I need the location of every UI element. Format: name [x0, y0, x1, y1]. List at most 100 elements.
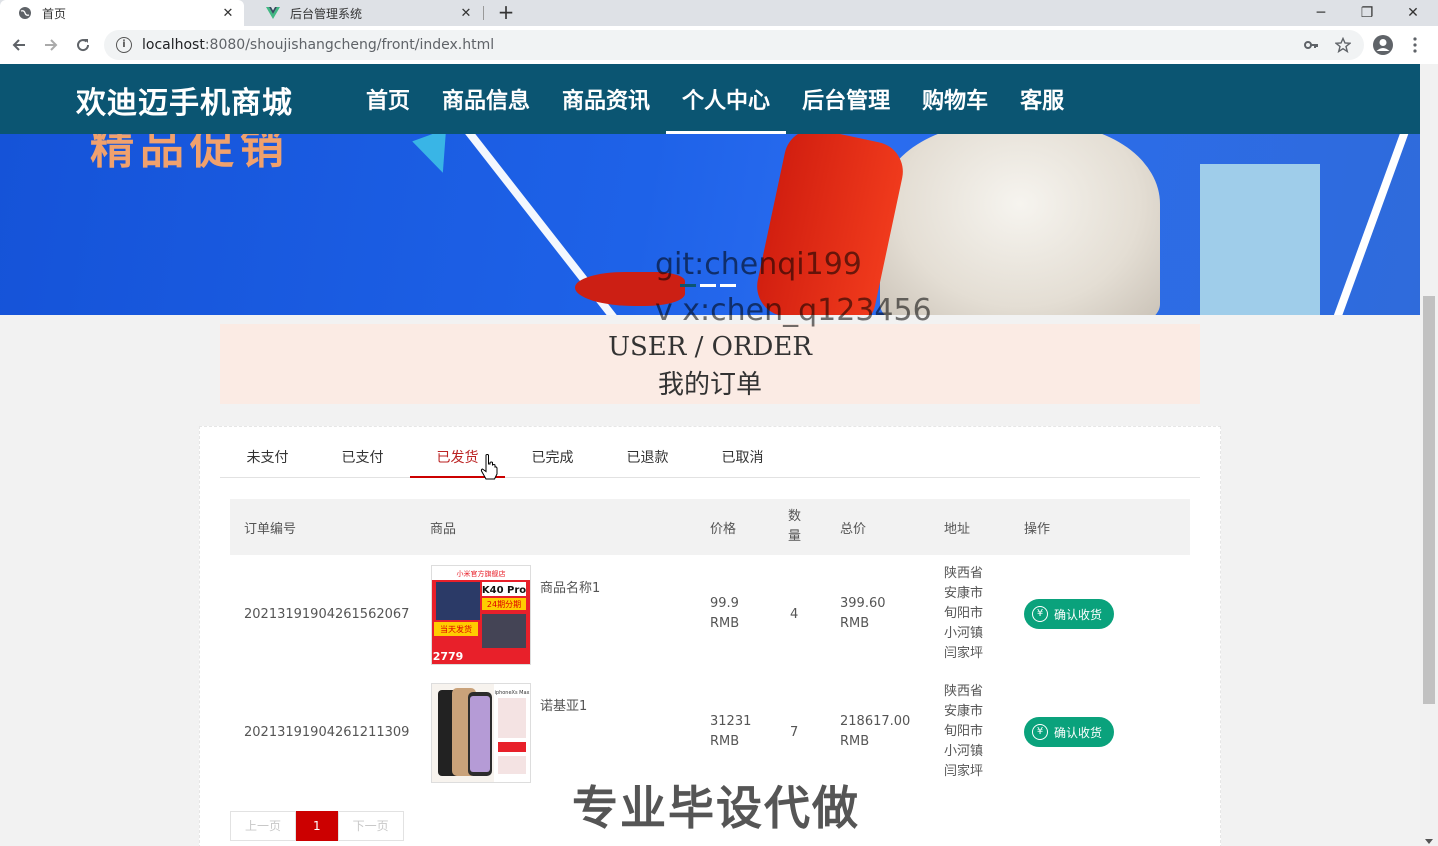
forward-button[interactable]: [36, 26, 66, 64]
browser-toolbar: i localhost:8080/shoujishangcheng/front/…: [0, 26, 1438, 65]
arrow-right-icon: [45, 39, 58, 51]
svg-text:24期分期: 24期分期: [487, 600, 521, 609]
more-vert-icon[interactable]: [1400, 26, 1430, 64]
watermark-git: git:chenqi199: [655, 247, 862, 282]
nav-user-center[interactable]: 个人中心: [666, 64, 787, 134]
window-close-button[interactable]: ✕: [1390, 0, 1436, 26]
col-action: 操作: [1024, 521, 1051, 537]
banner-model-figure: [880, 134, 1160, 315]
mouse-pointer-icon: [480, 454, 498, 480]
back-button[interactable]: [4, 26, 34, 64]
star-icon[interactable]: [1328, 26, 1358, 64]
key-icon[interactable]: [1296, 26, 1326, 64]
product-name[interactable]: 商品名称1: [540, 577, 600, 596]
browser-tab-title: 后台管理系统: [290, 6, 363, 21]
tab-paid[interactable]: 已支付: [315, 427, 410, 477]
banner-text: 精品促销: [90, 134, 290, 174]
order-status-tabs: 未支付 已支付 已发货 已完成 已退款 已取消: [220, 427, 1200, 478]
page-number-current[interactable]: 1: [296, 811, 338, 841]
address: 陕西省 安康市 旬阳市 小河镇 闫家坪: [944, 566, 984, 661]
reload-icon: [77, 39, 90, 52]
banner-decoration: [1200, 164, 1320, 315]
total: 399.60 RMB: [840, 596, 886, 631]
next-page-button[interactable]: 下一页: [337, 811, 404, 841]
tab-completed[interactable]: 已完成: [505, 427, 600, 477]
globe-icon: [18, 6, 32, 20]
address: 陕西省 安康市 旬阳市 小河镇 闫家坪: [944, 684, 984, 779]
address-bar[interactable]: i localhost:8080/shoujishangcheng/front/…: [104, 30, 1364, 60]
close-icon[interactable]: ✕: [458, 6, 474, 21]
action-cell: ¥ 确认收货: [1024, 555, 1115, 673]
vue-icon: [266, 6, 280, 20]
page-title-zh: 我的订单: [657, 370, 762, 400]
product-image[interactable]: iphoneXs Max: [431, 683, 531, 783]
overlay-ad-text: 专业毕设代做: [572, 781, 860, 835]
product-name[interactable]: 诺基亚1: [540, 695, 587, 714]
tab-separator: [483, 6, 484, 20]
col-price: 价格: [710, 521, 737, 537]
carousel-dot[interactable]: [700, 284, 716, 287]
arrow-left-icon: [12, 39, 25, 51]
carousel-dot[interactable]: [720, 284, 736, 287]
svg-text:2779: 2779: [433, 650, 464, 663]
confirm-receipt-button[interactable]: ¥ 确认收货: [1024, 599, 1115, 629]
page-scrollbar[interactable]: [1420, 64, 1438, 846]
nav-cart[interactable]: 购物车: [906, 64, 1004, 134]
scrollbar-thumb[interactable]: [1423, 296, 1435, 704]
order-number: 20213191904261562067: [244, 606, 410, 622]
profile-icon[interactable]: [1368, 26, 1398, 64]
banner-carousel[interactable]: 精品促销: [0, 134, 1420, 315]
page-viewport: 欢迪迈手机商城 首页 商品信息 商品资讯 个人中心 后台管理 购物车 客服 精品…: [0, 64, 1420, 846]
nav-products[interactable]: 商品信息: [426, 64, 546, 134]
page-title-box: USER / ORDER 我的订单: [220, 324, 1200, 404]
col-order-no: 订单编号: [244, 521, 297, 537]
pagination: 上一页 1 下一页: [230, 811, 404, 841]
restore-button[interactable]: ❐: [1344, 0, 1390, 26]
banner-decoration: [412, 134, 460, 179]
table-row: 20213191904261562067 小米官方旗舰店 K40 Pro 24期…: [230, 555, 1190, 673]
yen-icon: ¥: [1032, 724, 1048, 740]
browser-tabstrip: 首页 ✕ 后台管理系统 ✕ + ─ ❐ ✕: [0, 0, 1438, 26]
prev-page-button[interactable]: 上一页: [230, 811, 297, 841]
carousel-dot[interactable]: [680, 284, 696, 287]
info-icon[interactable]: i: [116, 37, 132, 53]
price: 99.9 RMB: [710, 596, 740, 631]
nav-admin[interactable]: 后台管理: [786, 64, 906, 134]
scroll-down-icon[interactable]: [1425, 839, 1433, 844]
nav-news[interactable]: 商品资讯: [546, 64, 666, 134]
reload-button[interactable]: [68, 26, 98, 64]
col-total: 总价: [840, 521, 867, 537]
banner-decoration: [1315, 134, 1413, 315]
url-text: localhost:8080/shoujishangcheng/front/in…: [142, 37, 495, 53]
svg-text:iphoneXs Max: iphoneXs Max: [495, 690, 530, 696]
carousel-indicators[interactable]: [680, 284, 736, 287]
confirm-receipt-button[interactable]: ¥ 确认收货: [1024, 717, 1115, 747]
site-brand[interactable]: 欢迪迈手机商城: [76, 78, 293, 122]
minimize-button[interactable]: ─: [1298, 0, 1344, 26]
watermark-vx: v x:chen_q123456: [655, 293, 932, 328]
main-nav: 首页 商品信息 商品资讯 个人中心 后台管理 购物车 客服: [350, 64, 1080, 134]
browser-tab-admin[interactable]: 后台管理系统 ✕: [248, 0, 482, 26]
svg-text:小米官方旗舰店: 小米官方旗舰店: [457, 569, 506, 578]
browser-tab-title: 首页: [42, 6, 67, 21]
nav-service[interactable]: 客服: [1004, 64, 1080, 134]
svg-text:K40 Pro: K40 Pro: [482, 585, 526, 596]
order-table-header: 订单编号 商品 价格 数量 总价 地址 操作: [230, 499, 1190, 555]
col-qty: 数量: [788, 509, 802, 544]
tab-cancelled[interactable]: 已取消: [695, 427, 790, 477]
product-image[interactable]: 小米官方旗舰店 K40 Pro 24期分期 当天发货 2779: [431, 565, 531, 665]
order-number: 20213191904261211309: [244, 724, 410, 740]
new-tab-button[interactable]: +: [496, 0, 516, 26]
svg-text:当天发货: 当天发货: [440, 624, 472, 634]
page-title-en: USER / ORDER: [608, 332, 812, 362]
site-header: 欢迪迈手机商城 首页 商品信息 商品资讯 个人中心 后台管理 购物车 客服: [0, 64, 1420, 134]
col-address: 地址: [944, 521, 971, 537]
browser-tab-home[interactable]: 首页 ✕: [0, 0, 244, 26]
action-cell: ¥ 确认收货: [1024, 673, 1115, 791]
tab-unpaid[interactable]: 未支付: [220, 427, 315, 477]
nav-home[interactable]: 首页: [350, 64, 426, 134]
close-icon[interactable]: ✕: [220, 6, 236, 21]
tab-refunded[interactable]: 已退款: [600, 427, 695, 477]
quantity: 4: [790, 606, 799, 622]
col-product: 商品: [430, 521, 457, 537]
